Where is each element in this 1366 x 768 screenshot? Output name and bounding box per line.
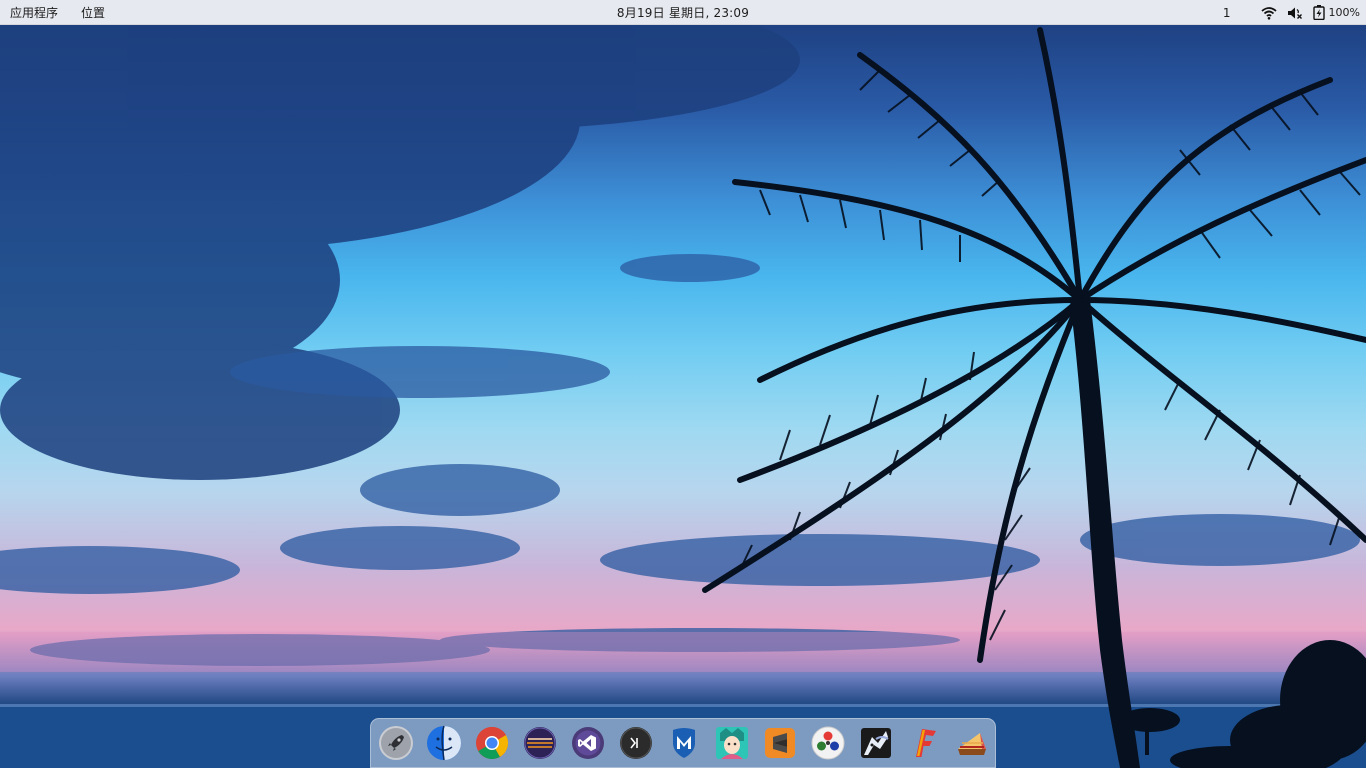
battery-charging-icon[interactable] xyxy=(1312,5,1325,20)
eclipse-icon[interactable] xyxy=(522,725,558,761)
dock xyxy=(370,718,996,768)
chrome-icon[interactable] xyxy=(474,725,510,761)
top-menu: 应用程序 位置 xyxy=(0,4,105,21)
finder-icon[interactable] xyxy=(426,725,462,761)
desktop-wallpaper xyxy=(0,0,1366,768)
filezilla-icon[interactable] xyxy=(906,725,942,761)
cow-app-icon[interactable] xyxy=(858,725,894,761)
sublime-text-icon[interactable] xyxy=(762,725,798,761)
volume-muted-icon[interactable] xyxy=(1287,6,1303,20)
wifi-icon[interactable] xyxy=(1260,6,1277,20)
launchpad-rocket-icon[interactable] xyxy=(378,725,414,761)
anime-avatar-app-icon[interactable] xyxy=(714,725,750,761)
malwarebytes-icon[interactable] xyxy=(666,725,702,761)
top-panel: 应用程序 位置 8月19日 星期日, 23:09 1 100% xyxy=(0,0,1366,25)
battery-percent: 100% xyxy=(1328,6,1360,19)
status-area: 1 100% xyxy=(1223,0,1360,25)
applications-menu[interactable]: 应用程序 xyxy=(10,4,58,21)
terminal-icon[interactable] xyxy=(618,725,654,761)
visual-studio-icon[interactable] xyxy=(570,725,606,761)
pie-app-icon[interactable] xyxy=(954,725,990,761)
places-menu[interactable]: 位置 xyxy=(81,4,105,21)
workspace-indicator[interactable]: 1 xyxy=(1223,6,1231,20)
clock[interactable]: 8月19日 星期日, 23:09 xyxy=(617,4,749,21)
color-circles-app-icon[interactable] xyxy=(810,725,846,761)
